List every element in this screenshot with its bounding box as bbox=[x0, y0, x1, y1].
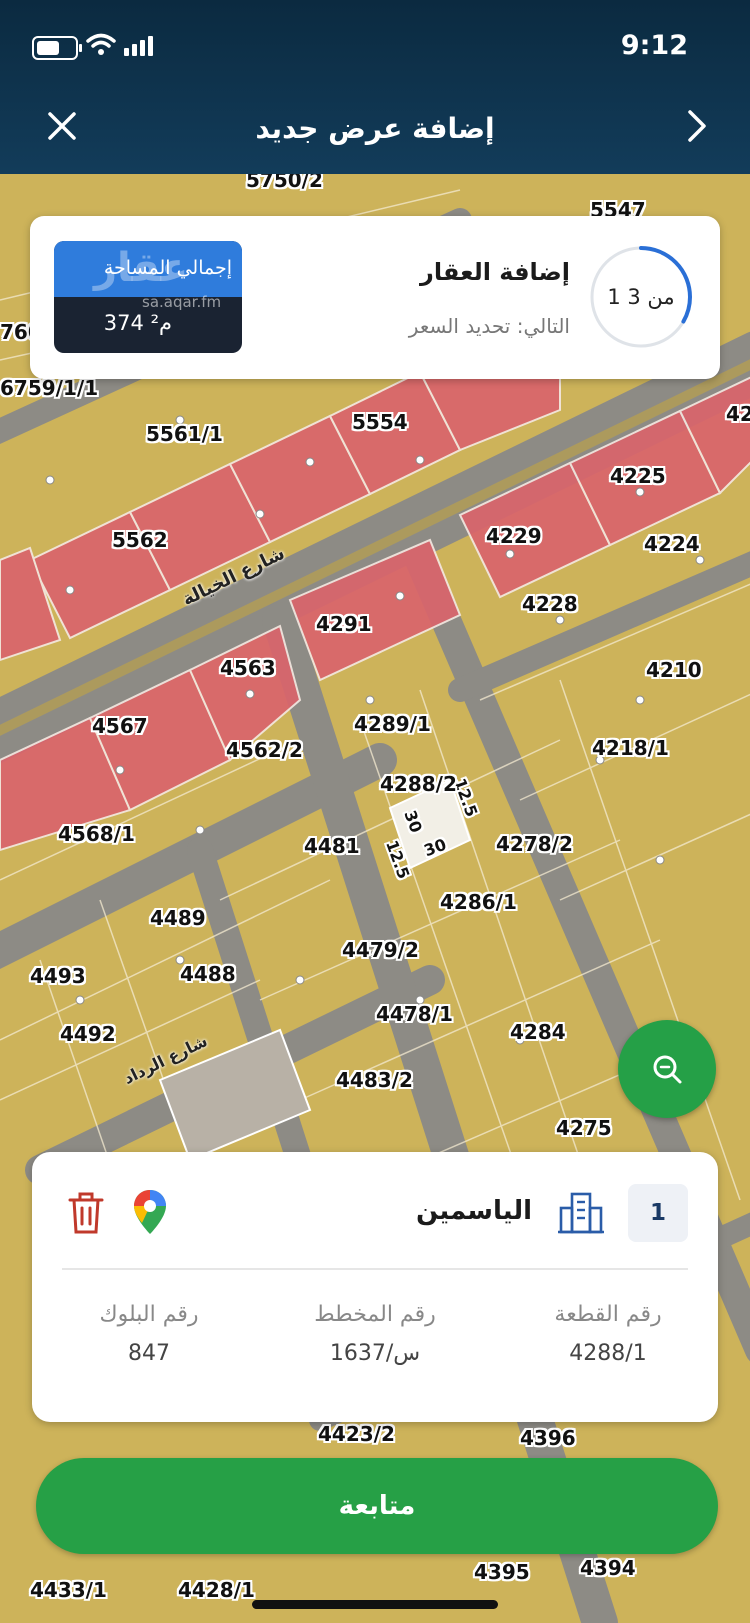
card-divider bbox=[62, 1268, 688, 1270]
plot-label: 4428/1 bbox=[178, 1578, 255, 1602]
plot-label: 4394 bbox=[580, 1556, 636, 1580]
plot-label: 4228 bbox=[522, 592, 578, 616]
scheme-number-label: رقم المخطط bbox=[314, 1302, 436, 1327]
plot-label: 4218/1 bbox=[592, 736, 669, 760]
plot-label: 4288/2 bbox=[380, 772, 457, 796]
plot-label: 4291 bbox=[316, 612, 372, 636]
page-title: إضافة عرض جديد bbox=[255, 112, 495, 145]
plot-label: 5561/1 bbox=[146, 422, 223, 446]
chevron-right-icon bbox=[688, 110, 706, 142]
search-zoom-icon bbox=[653, 1055, 682, 1084]
plot-label: 4286/1 bbox=[440, 890, 517, 914]
map-zoom-button[interactable] bbox=[618, 1020, 716, 1118]
block-number-field: رقم البلوك 847 bbox=[49, 1302, 249, 1366]
delete-button[interactable] bbox=[68, 1192, 104, 1238]
plot-label: 4229 bbox=[486, 524, 542, 548]
block-number-value: 847 bbox=[128, 1341, 170, 1366]
google-maps-button[interactable] bbox=[132, 1188, 168, 1240]
plot-label: 4481 bbox=[304, 834, 360, 858]
plot-label: 4224 bbox=[644, 532, 700, 556]
plot-label: 4433/1 bbox=[30, 1578, 107, 1602]
building-icon bbox=[558, 1192, 604, 1234]
scheme-number-value: 1637/س bbox=[329, 1341, 421, 1366]
scheme-number-field: رقم المخطط 1637/س bbox=[275, 1302, 475, 1366]
plot-label: 4479/2 bbox=[342, 938, 419, 962]
plot-label: 6759/1/1 bbox=[0, 376, 99, 400]
plot-label: 4489 bbox=[150, 906, 206, 930]
plot-label: 42 bbox=[726, 402, 750, 426]
cellular-signal-icon bbox=[124, 36, 153, 56]
total-area-box: عقار sa.aqar.fm إجمالي المساحة 374 م² bbox=[54, 241, 242, 353]
plot-label: 4492 bbox=[60, 1022, 116, 1046]
neighborhood-name: الياسمين bbox=[415, 1196, 532, 1226]
forward-button[interactable] bbox=[678, 108, 714, 144]
continue-button[interactable]: متابعة bbox=[36, 1458, 718, 1554]
plot-label: 4395 bbox=[474, 1560, 530, 1584]
plot-label: 5562 bbox=[112, 528, 168, 552]
plot-label: 4396 bbox=[520, 1426, 576, 1450]
plot-label: 4478/1 bbox=[376, 1002, 453, 1026]
total-area-label: إجمالي المساحة bbox=[103, 257, 232, 279]
plot-label: 4210 bbox=[646, 658, 702, 682]
wifi-icon bbox=[86, 33, 116, 55]
plot-label: 4562/2 bbox=[226, 738, 303, 762]
plot-label: 4278/2 bbox=[496, 832, 573, 856]
plot-number-label: رقم القطعة bbox=[554, 1302, 662, 1327]
plot-label: 4275 bbox=[556, 1116, 612, 1140]
battery-icon bbox=[32, 36, 82, 60]
total-area-value: 374 م² bbox=[103, 311, 172, 335]
trash-icon bbox=[68, 1192, 104, 1234]
step-counter: 1 من 3 bbox=[607, 285, 675, 309]
home-indicator bbox=[252, 1600, 498, 1609]
app-header: 9:12 إضافة عرض جديد bbox=[0, 0, 750, 174]
plot-label: 4284 bbox=[510, 1020, 566, 1044]
property-card: 1 الياسمين رقم القطعة 4288/1 رقم المخطط … bbox=[32, 1152, 718, 1422]
plot-label: 4488 bbox=[180, 962, 236, 986]
plot-number-value: 4288/1 bbox=[569, 1341, 647, 1366]
next-step-label: التالي: تحديد السعر bbox=[408, 314, 570, 338]
plot-label: 5554 bbox=[352, 410, 408, 434]
plot-label: 4225 bbox=[610, 464, 666, 488]
status-time: 9:12 bbox=[620, 30, 688, 61]
plot-label: 4289/1 bbox=[354, 712, 431, 736]
plot-label: 4483/2 bbox=[336, 1068, 413, 1092]
plot-label: 4563 bbox=[220, 656, 276, 680]
plot-label: 4568/1 bbox=[58, 822, 135, 846]
plot-label: 4567 bbox=[92, 714, 148, 738]
plot-label: 4423/2 bbox=[318, 1422, 395, 1446]
step-card: 1 من 3 إضافة العقار التالي: تحديد السعر … bbox=[30, 216, 720, 379]
google-maps-icon bbox=[134, 1190, 166, 1234]
plot-number-field: رقم القطعة 4288/1 bbox=[508, 1302, 708, 1366]
aqar-watermark-url: sa.aqar.fm bbox=[142, 293, 222, 311]
status-bar: 9:12 bbox=[0, 28, 750, 68]
step-title: إضافة العقار bbox=[420, 258, 570, 286]
property-index-badge: 1 bbox=[628, 1184, 688, 1242]
plot-label: 4493 bbox=[30, 964, 86, 988]
block-number-label: رقم البلوك bbox=[99, 1302, 199, 1327]
